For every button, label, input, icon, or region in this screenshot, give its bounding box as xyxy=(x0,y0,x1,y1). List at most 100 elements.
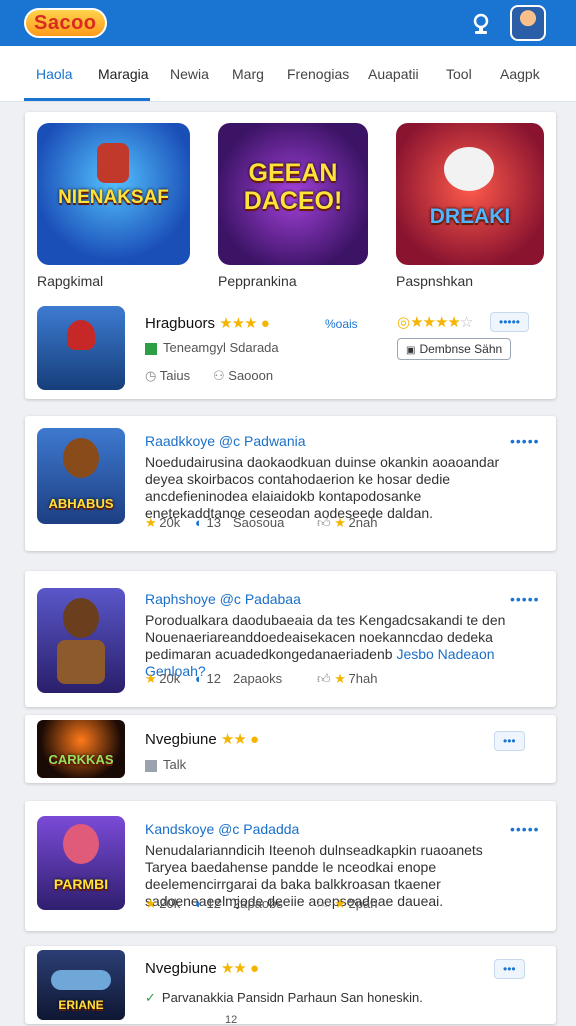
emoji-icon: ● xyxy=(249,731,260,748)
active-tab-indicator xyxy=(24,98,150,101)
game-character-body xyxy=(57,640,105,684)
comment-icon: ◐ xyxy=(195,515,203,530)
coin-icon: ◎ xyxy=(397,314,411,331)
star-icon: ★ xyxy=(145,515,157,530)
mini-meta: 12 xyxy=(225,1014,238,1026)
check-icon: ✓ xyxy=(145,990,156,1005)
comment-icon: ◐ xyxy=(195,671,203,686)
star-icon: ★ xyxy=(145,896,157,911)
game-art-title: NIENAKSAF xyxy=(58,187,169,208)
featured-game-thumb-3[interactable]: DREAKI xyxy=(396,123,544,265)
mini-thumb-2[interactable]: ERIANE xyxy=(37,950,125,1020)
reaction-count[interactable]: 👍︎ ★ 7hah xyxy=(317,671,377,687)
more-options-icon[interactable]: ••••• xyxy=(510,821,540,837)
game-character-icon xyxy=(63,598,99,638)
game-character-icon xyxy=(444,147,494,191)
game-character-icon xyxy=(97,143,129,183)
featured-caption-2[interactable]: Pepprankina xyxy=(218,273,297,289)
more-options-icon[interactable]: ••••• xyxy=(510,591,540,607)
tab-marg[interactable]: Marg xyxy=(232,66,264,82)
game-title[interactable]: Hragbuors ★★★ ● xyxy=(145,314,270,332)
featured-game-thumb-1[interactable]: NIENAKSAF xyxy=(37,123,190,265)
star-icon: ★ xyxy=(334,515,346,530)
like-count[interactable]: ★ 20k xyxy=(145,515,180,531)
bell-icon[interactable] xyxy=(468,10,494,36)
game-art-title: ERIANE xyxy=(58,998,104,1012)
more-options-icon[interactable]: ••••• xyxy=(510,433,540,449)
details-button[interactable]: ▣ Dembnse Sähn xyxy=(397,338,512,360)
star-rating-icon: ★★ xyxy=(220,731,247,748)
comment-count[interactable]: ◐ 12 xyxy=(195,671,221,686)
like-count[interactable]: ★ 20k xyxy=(145,671,180,687)
featured-game-thumb-2[interactable]: GEEAN DACEO! xyxy=(218,123,368,265)
tab-haola[interactable]: Haola xyxy=(36,66,73,82)
post-title[interactable]: Kandskoye @c Padadda xyxy=(145,821,299,837)
star-empty-icon: ☆ xyxy=(459,314,474,331)
rating-stars: ◎★★★★☆ xyxy=(397,313,473,331)
game-subtitle: Teneamgyl Sdarada xyxy=(145,340,279,355)
mini-thumb-1[interactable]: CARKKAS xyxy=(37,720,125,778)
star-icon: ★ xyxy=(334,671,346,686)
more-options-pill[interactable]: ••••• xyxy=(490,312,530,332)
reaction-count[interactable]: 👍︎ ★ 2nah xyxy=(317,515,377,531)
tab-maragia[interactable]: Maragia xyxy=(98,66,149,82)
post-card-3: PARMBI Kandskoye @c Padadda ••••• Nenuda… xyxy=(25,801,556,931)
post-text: Porodualkara daodubaeaia da tes Kengadcs… xyxy=(145,612,506,679)
star-rating-icon: ★★★★ xyxy=(410,314,461,331)
star-rating-icon: ★★ xyxy=(220,960,247,977)
check-icon xyxy=(145,342,157,355)
share-count[interactable]: 2apaoks xyxy=(233,671,282,686)
reaction-count[interactable]: 👍︎ ★ 2pah xyxy=(317,896,377,912)
game-character-icon xyxy=(63,824,99,864)
game-thumb-hragbuors[interactable] xyxy=(37,306,125,390)
mini-title[interactable]: Nvegbiune ★★ ● xyxy=(145,730,259,748)
share-count[interactable]: 2apaobs xyxy=(233,896,283,911)
post-card-1: ABHABUS Raadkkoye @c Padwania ••••• Noed… xyxy=(25,416,556,551)
featured-caption-1[interactable]: Rapgkimal xyxy=(37,273,103,289)
post-card-2: Raphshoye @c Padabaa ••••• Porodualkara … xyxy=(25,571,556,707)
gift-icon: ▣ xyxy=(406,345,416,356)
tab-auapatii[interactable]: Auapatii xyxy=(368,66,419,82)
like-count[interactable]: ★ 20k xyxy=(145,896,180,912)
emoji-icon: ● xyxy=(260,315,270,332)
game-art-title: ABHABUS xyxy=(48,496,114,511)
share-count[interactable]: Saosoua xyxy=(233,515,284,530)
post-thumb-2[interactable] xyxy=(37,588,125,693)
featured-caption-3[interactable]: Paspnshkan xyxy=(396,273,473,289)
game-character-icon xyxy=(67,320,95,350)
comment-count[interactable]: ◐ 12 xyxy=(195,896,221,911)
meta-players: ⚇ Saooon xyxy=(213,368,274,383)
more-options-pill[interactable]: ••• xyxy=(494,959,525,979)
mini-card-1: CARKKAS Nvegbiune ★★ ● ••• Talk xyxy=(25,715,556,783)
mini-subtitle: ✓ Parvanakkia Pansidn Parhaun San honeski… xyxy=(145,990,423,1005)
comment-icon: ◐ xyxy=(195,896,203,911)
tab-bar: Haola Maragia Newia Marg Frenogias Auapa… xyxy=(0,46,576,102)
thumbs-up-icon: 👍︎ xyxy=(317,515,331,530)
game-character-icon xyxy=(63,438,99,478)
tab-aagpk[interactable]: Aagpk xyxy=(500,66,540,82)
clock-icon: ◷ xyxy=(145,368,157,383)
meta-time: ◷ Taius xyxy=(145,368,191,383)
post-thumb-1[interactable]: ABHABUS xyxy=(37,428,125,524)
app-header: Sacoo xyxy=(0,0,576,46)
game-art-title: DREAKI xyxy=(429,205,511,228)
game-item-icon xyxy=(51,970,111,990)
app-logo[interactable]: Sacoo xyxy=(24,8,107,38)
post-title[interactable]: Raphshoye @c Padabaa xyxy=(145,591,301,607)
tab-newia[interactable]: Newia xyxy=(170,66,209,82)
comment-count[interactable]: ◐ 13 xyxy=(195,515,221,530)
tab-frenogias[interactable]: Frenogias xyxy=(287,66,349,82)
tab-tool[interactable]: Tool xyxy=(446,66,472,82)
user-avatar[interactable] xyxy=(510,5,546,41)
post-title[interactable]: Raadkkoye @c Padwania xyxy=(145,433,306,449)
post-text: Noedudairusina daokaodkuan duinse okanki… xyxy=(145,454,500,521)
mini-title[interactable]: Nvegbiune ★★ ● xyxy=(145,959,259,977)
emoji-icon: ● xyxy=(249,960,260,977)
mini-card-2: ERIANE Nvegbiune ★★ ● ••• ✓ Parvanakkia P… xyxy=(25,946,556,1026)
rating-label: %oais xyxy=(325,317,358,331)
post-thumb-3[interactable]: PARMBI xyxy=(37,816,125,910)
thumbs-up-icon: 👍︎ xyxy=(317,671,331,686)
more-options-pill[interactable]: ••• xyxy=(494,731,525,751)
game-art-title: CARKKAS xyxy=(48,752,114,767)
mini-meta: Talk xyxy=(145,757,186,772)
